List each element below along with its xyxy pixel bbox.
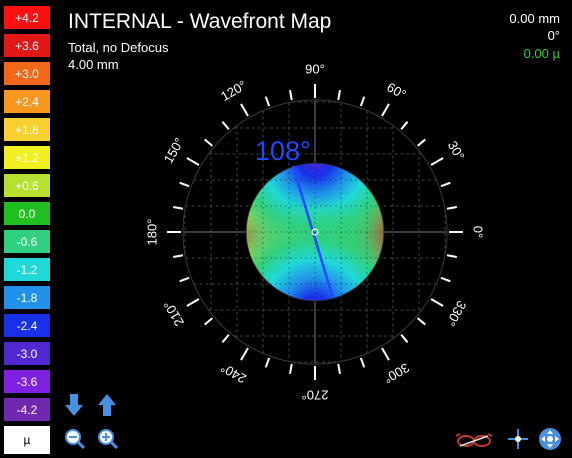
degree-tick (179, 276, 190, 283)
degree-tick (204, 317, 213, 326)
wavefront-map[interactable]: 0° 30° 60° 90° 120° 150° 180° 210° 240° 270° 300° 3… (0, 0, 572, 458)
degree-tick (417, 138, 426, 147)
degree-tick (240, 347, 249, 361)
degree-tick (381, 347, 390, 361)
degree-tick (359, 357, 366, 368)
degree-tick (446, 254, 457, 258)
degree-tick (289, 363, 293, 374)
degree-tick (337, 90, 341, 101)
degree-tick (400, 121, 409, 130)
degree-tick (186, 298, 200, 307)
arrow-up-icon[interactable] (97, 392, 117, 418)
glasses-icon[interactable] (454, 430, 494, 450)
degree-label: 90° (305, 61, 325, 76)
degree-tick (440, 181, 451, 188)
zoom-in-icon[interactable] (97, 428, 119, 450)
degree-tick (381, 103, 390, 117)
degree-tick (417, 317, 426, 326)
degree-tick (204, 138, 213, 147)
degree-tick (337, 363, 341, 374)
degree-label: 240° (218, 360, 249, 386)
degree-label: 300° (381, 360, 412, 386)
degree-tick (173, 206, 184, 210)
degree-tick (221, 121, 230, 130)
degree-tick (264, 357, 271, 368)
degree-label: 270° (302, 388, 329, 403)
degree-tick (264, 96, 271, 107)
degree-tick (240, 103, 249, 117)
degree-label: 210° (161, 298, 187, 329)
crosshair-icon[interactable] (507, 428, 529, 450)
degree-label: 330° (443, 298, 469, 329)
degree-label: 180° (144, 219, 159, 246)
axis-angle-label: 108° (255, 136, 311, 166)
degree-tick (186, 157, 200, 166)
degree-label: 60° (384, 79, 409, 102)
arrow-down-icon[interactable] (64, 392, 84, 418)
degree-tick (179, 181, 190, 188)
move-icon[interactable] (538, 427, 562, 451)
pupil-map (246, 163, 384, 301)
degree-tick (289, 90, 293, 101)
degree-tick (440, 276, 451, 283)
degree-tick (400, 334, 409, 343)
degree-tick (359, 96, 366, 107)
degree-tick (446, 206, 457, 210)
zoom-out-icon[interactable] (64, 428, 86, 450)
degree-tick (430, 298, 444, 307)
degree-tick (430, 157, 444, 166)
degree-label: 150° (161, 135, 187, 166)
degree-tick (173, 254, 184, 258)
degree-label: 120° (218, 78, 249, 104)
degree-label: 30° (445, 138, 468, 163)
degree-label: 0° (471, 226, 486, 238)
degree-tick (221, 334, 230, 343)
